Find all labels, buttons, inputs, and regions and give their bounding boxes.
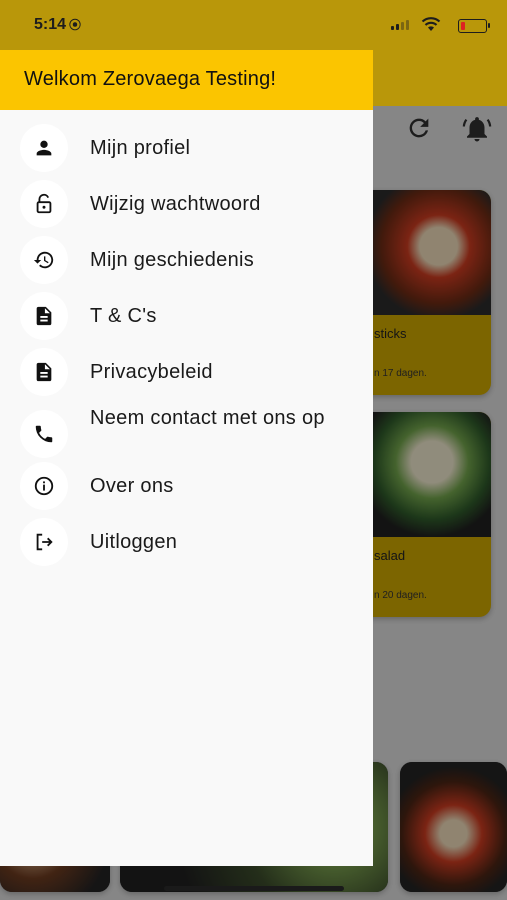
- menu-label-privacy-policy: Privacybeleid: [90, 361, 213, 383]
- menu-item-my-history[interactable]: Mijn geschiedenis: [0, 236, 373, 286]
- wifi-icon: [421, 17, 441, 31]
- battery-icon: [458, 19, 490, 33]
- menu-item-change-password[interactable]: Wijzig wachtwoord: [0, 180, 373, 230]
- info-icon: [20, 462, 68, 510]
- drawer-header: Welkom Zerovaega Testing!: [0, 50, 373, 110]
- menu-label-logout: Uitloggen: [90, 531, 178, 553]
- status-time-text: 5:14: [34, 16, 67, 33]
- document-icon: [20, 348, 68, 396]
- status-bar: 5:14 ⦿: [0, 0, 507, 50]
- refresh-icon[interactable]: [405, 114, 433, 142]
- signal-icon: [391, 20, 409, 30]
- menu-label-about-us: Over ons: [90, 475, 174, 497]
- home-indicator[interactable]: [164, 886, 344, 891]
- menu-item-terms[interactable]: T & C's: [0, 292, 373, 342]
- menu-item-about-us[interactable]: Over ons: [0, 462, 373, 512]
- navigation-drawer: Welkom Zerovaega Testing! Mijn profiel W…: [0, 50, 373, 866]
- menu-item-contact[interactable]: Neem contact met ons op: [0, 406, 373, 468]
- bell-alert-icon[interactable]: [462, 114, 492, 144]
- phone-icon: [20, 410, 68, 458]
- lock-icon: [20, 180, 68, 228]
- logout-icon: [20, 518, 68, 566]
- location-icon: ⦿: [69, 18, 82, 32]
- menu-label-my-history: Mijn geschiedenis: [90, 249, 255, 271]
- document-icon: [20, 292, 68, 340]
- menu-label-change-password: Wijzig wachtwoord: [90, 193, 261, 215]
- menu-label-my-profile: Mijn profiel: [90, 137, 191, 159]
- menu-item-privacy-policy[interactable]: Privacybeleid: [0, 348, 373, 398]
- menu-item-logout[interactable]: Uitloggen: [0, 518, 373, 568]
- drawer-welcome-title: Welkom Zerovaega Testing!: [24, 68, 277, 90]
- history-icon: [20, 236, 68, 284]
- menu-item-my-profile[interactable]: Mijn profiel: [0, 124, 373, 174]
- status-time: 5:14 ⦿: [34, 16, 81, 34]
- menu-label-terms: T & C's: [90, 305, 157, 327]
- menu-label-contact: Neem contact met ons op: [90, 407, 325, 429]
- person-icon: [20, 124, 68, 172]
